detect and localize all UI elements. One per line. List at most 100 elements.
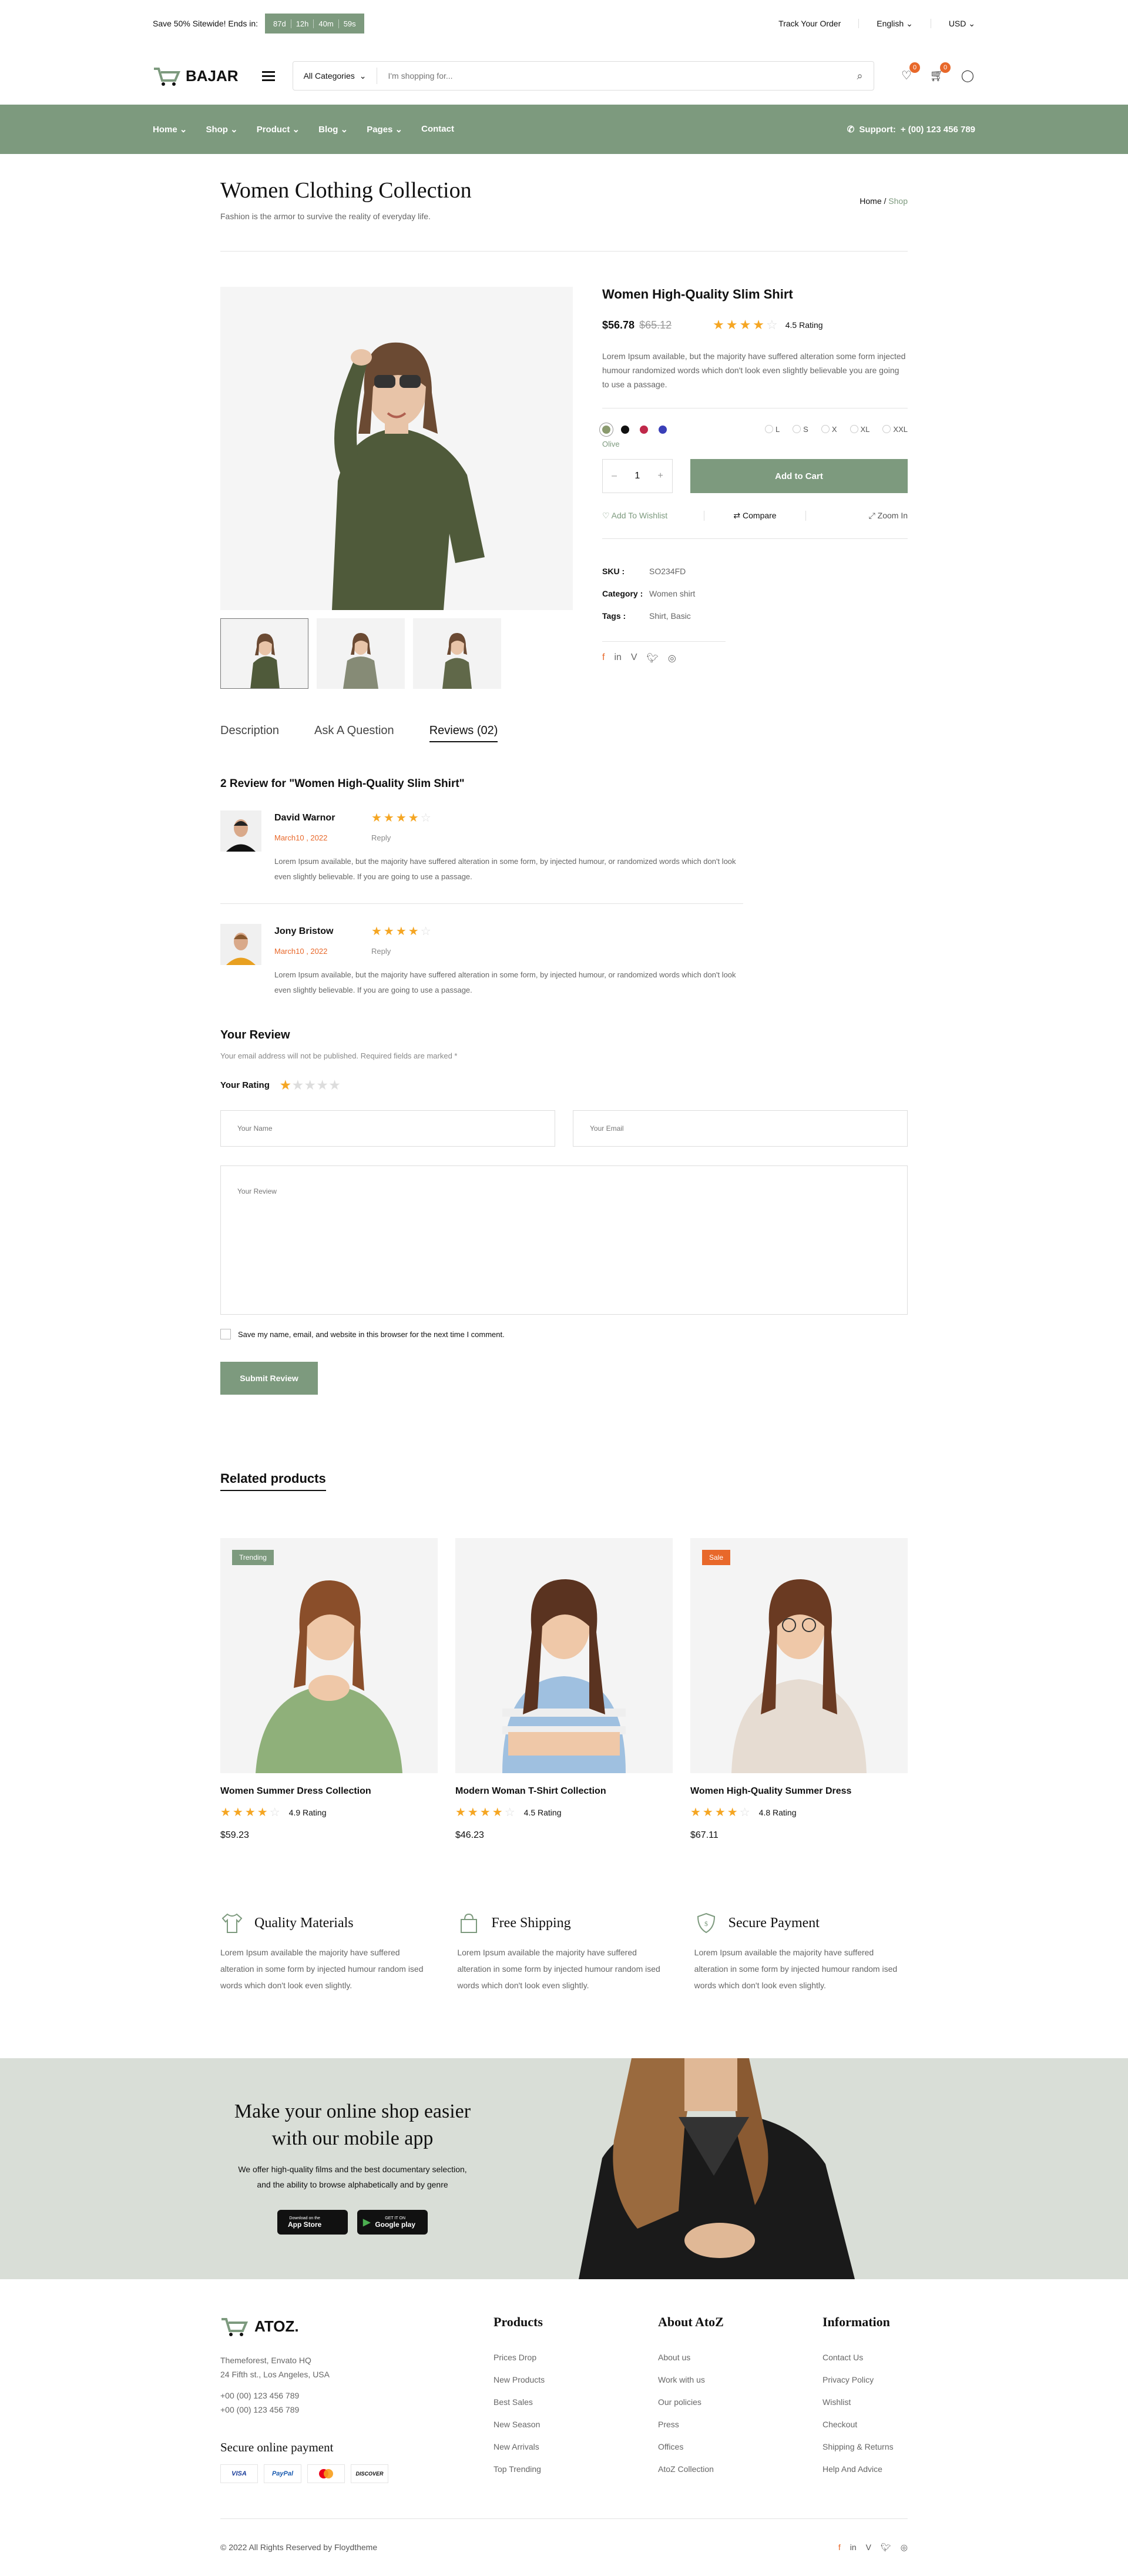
instagram-icon[interactable]: ◎ xyxy=(901,2542,908,2552)
wishlist-button[interactable]: ♡ 0 xyxy=(899,62,920,83)
search-icon[interactable]: ⌕ xyxy=(846,70,873,82)
footer-link[interactable]: Offices xyxy=(658,2436,822,2458)
currency-select[interactable]: USD ⌄ xyxy=(949,19,975,29)
google-play-button[interactable]: ▶ GET IT ON Google play xyxy=(357,2210,428,2235)
email-field[interactable] xyxy=(573,1110,908,1147)
product-main-image[interactable] xyxy=(220,287,573,610)
add-to-wishlist-button[interactable]: ♡ Add To Wishlist xyxy=(602,511,704,521)
nav-shop[interactable]: Shop ⌄ xyxy=(206,124,237,135)
product-card[interactable]: Sale Women High-Quality Summer Dress ★★★… xyxy=(690,1538,908,1841)
language-select[interactable]: English ⌄ xyxy=(877,19,913,29)
cart-button[interactable]: 🛒︎ 0 xyxy=(929,62,951,83)
quantity-stepper[interactable]: – 1 + xyxy=(602,459,673,493)
add-to-cart-button[interactable]: Add to Cart xyxy=(690,459,908,493)
nav-product[interactable]: Product ⌄ xyxy=(257,124,300,135)
quantity-value[interactable]: 1 xyxy=(634,471,640,481)
tab-ask-question[interactable]: Ask A Question xyxy=(314,724,394,742)
size-option-xxl[interactable]: XXL xyxy=(882,425,908,434)
twitter-icon[interactable]: 🐦︎ xyxy=(881,2542,891,2552)
product-card-title[interactable]: Modern Woman T-Shirt Collection xyxy=(455,1786,673,1797)
product-thumb-2[interactable] xyxy=(317,618,405,689)
track-order-link[interactable]: Track Your Order xyxy=(778,19,841,28)
footer-link[interactable]: Work with us xyxy=(658,2369,822,2391)
footer-link[interactable]: Prices Drop xyxy=(494,2346,658,2369)
zoom-in-button[interactable]: ⤢ Zoom In xyxy=(806,511,908,521)
cart-count: 0 xyxy=(940,62,951,73)
divider xyxy=(858,19,860,28)
color-swatch-black[interactable] xyxy=(621,425,629,434)
footer-link[interactable]: AtoZ Collection xyxy=(658,2458,822,2480)
breadcrumb-home[interactable]: Home xyxy=(860,196,881,206)
submit-review-button[interactable]: Submit Review xyxy=(220,1362,318,1395)
product-price: $56.78 xyxy=(602,319,635,331)
compare-button[interactable]: ⇄ Compare xyxy=(703,511,807,521)
plus-icon[interactable]: + xyxy=(658,471,663,481)
nav-pages[interactable]: Pages ⌄ xyxy=(367,124,402,135)
nav-home[interactable]: Home ⌄ xyxy=(153,124,187,135)
product-card-image[interactable]: Sale xyxy=(690,1538,908,1773)
footer-link[interactable]: Best Sales xyxy=(494,2391,658,2413)
cart-logo-icon xyxy=(154,68,181,86)
search-input[interactable] xyxy=(377,71,847,81)
menu-icon[interactable] xyxy=(261,69,275,83)
reply-link[interactable]: Reply xyxy=(371,947,391,956)
minus-icon[interactable]: – xyxy=(612,471,617,481)
color-swatch-red[interactable] xyxy=(640,425,648,434)
nav-blog[interactable]: Blog ⌄ xyxy=(318,124,348,135)
footer-link[interactable]: New Season xyxy=(494,2413,658,2436)
vimeo-icon[interactable]: V xyxy=(866,2542,871,2552)
linkedin-icon[interactable]: in xyxy=(850,2542,857,2552)
instagram-icon[interactable]: ◎ xyxy=(668,652,676,664)
footer-link[interactable]: Wishlist xyxy=(822,2391,908,2413)
linkedin-icon[interactable]: in xyxy=(614,652,621,664)
category-label: All Categories xyxy=(303,71,355,81)
cart-logo-icon xyxy=(221,2318,249,2336)
facebook-icon[interactable]: f xyxy=(838,2542,841,2552)
size-option-l[interactable]: L xyxy=(765,425,780,434)
footer-link[interactable]: New Arrivals xyxy=(494,2436,658,2458)
footer-link[interactable]: About us xyxy=(658,2346,822,2369)
category-label: Category : xyxy=(602,589,643,598)
size-option-x[interactable]: X xyxy=(821,425,837,434)
name-field[interactable] xyxy=(220,1110,555,1147)
category-value[interactable]: Women shirt xyxy=(649,589,695,598)
footer-link[interactable]: Checkout xyxy=(822,2413,908,2436)
account-button[interactable]: ◯ xyxy=(960,68,975,83)
product-thumb-3[interactable] xyxy=(413,618,501,689)
color-swatch-blue[interactable] xyxy=(659,425,667,434)
footer-link[interactable]: Top Trending xyxy=(494,2458,658,2480)
tab-reviews[interactable]: Reviews (02) xyxy=(429,724,498,742)
logo[interactable]: BAJAR xyxy=(153,64,239,88)
facebook-icon[interactable]: f xyxy=(602,652,605,664)
footer-link[interactable]: New Products xyxy=(494,2369,658,2391)
footer-link[interactable]: Help And Advice xyxy=(822,2458,908,2480)
product-card[interactable]: Trending Women Summer Dress Collection ★… xyxy=(220,1538,438,1841)
footer-link[interactable]: Our policies xyxy=(658,2391,822,2413)
size-option-s[interactable]: S xyxy=(793,425,808,434)
product-card-title[interactable]: Women High-Quality Summer Dress xyxy=(690,1786,908,1797)
nav-contact[interactable]: Contact xyxy=(421,124,454,135)
footer-link[interactable]: Press xyxy=(658,2413,822,2436)
rating-input[interactable]: ★★★★★ xyxy=(280,1078,342,1093)
size-option-xl[interactable]: XL xyxy=(850,425,870,434)
footer-link[interactable]: Contact Us xyxy=(822,2346,908,2369)
product-card-image[interactable]: Trending xyxy=(220,1538,438,1773)
vimeo-icon[interactable]: V xyxy=(631,652,637,664)
app-store-button[interactable]: Download on the App Store xyxy=(277,2210,348,2235)
product-card-title[interactable]: Women Summer Dress Collection xyxy=(220,1786,438,1797)
category-select[interactable]: All Categories ⌄ xyxy=(293,68,378,84)
product-card-image[interactable] xyxy=(455,1538,673,1773)
review-textarea[interactable] xyxy=(220,1165,908,1315)
color-swatch-olive[interactable] xyxy=(602,425,610,434)
tags-value[interactable]: Shirt, Basic xyxy=(649,611,691,621)
footer-link[interactable]: Privacy Policy xyxy=(822,2369,908,2391)
product-card[interactable]: Modern Woman T-Shirt Collection ★★★★☆ 4.5… xyxy=(455,1538,673,1841)
footer-link[interactable]: Shipping & Returns xyxy=(822,2436,908,2458)
twitter-icon[interactable]: 🐦︎ xyxy=(647,652,659,664)
footer-logo[interactable]: ATOZ. xyxy=(220,2314,494,2338)
product-thumb-1[interactable] xyxy=(220,618,308,689)
tab-description[interactable]: Description xyxy=(220,724,279,742)
support-phone[interactable]: ✆ Support: + (00) 123 456 789 xyxy=(847,124,975,135)
save-info-checkbox[interactable] xyxy=(220,1329,231,1339)
reply-link[interactable]: Reply xyxy=(371,833,391,842)
